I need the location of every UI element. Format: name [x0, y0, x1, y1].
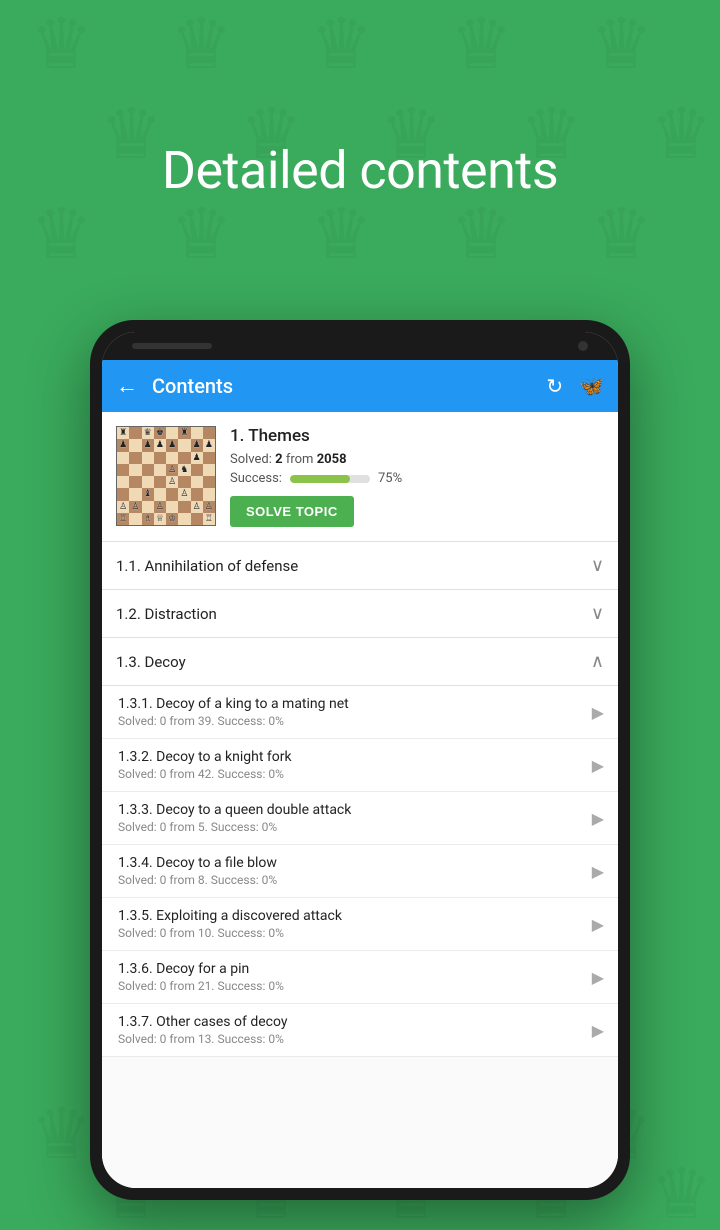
list-item[interactable]: 1.3.1. Decoy of a king to a mating net So…	[102, 686, 618, 739]
list-item[interactable]: 1.3.4. Decoy to a file blow Solved: 0 fro…	[102, 845, 618, 898]
sub-item-content: 1.3.3. Decoy to a queen double attack Sol…	[118, 802, 582, 834]
crown-watermark: ♛	[590, 10, 653, 80]
sub-item-title: 1.3.6. Decoy for a pin	[118, 961, 582, 977]
section-title: 1.3. Decoy	[116, 653, 186, 671]
crown-watermark: ♛	[310, 10, 373, 80]
camera-dot	[578, 341, 588, 351]
section-title: 1.2. Distraction	[116, 605, 217, 623]
sub-item-stats: Solved: 0 from 10. Success: 0%	[118, 926, 582, 940]
sub-item-content: 1.3.5. Exploiting a discovered attack Sol…	[118, 908, 582, 940]
sections-list: 1.1. Annihilation of defense∨1.2. Distra…	[102, 542, 618, 1188]
progress-bar	[290, 475, 370, 483]
play-arrow-icon: ▶	[592, 968, 604, 987]
sub-item-content: 1.3.7. Other cases of decoy Solved: 0 fro…	[118, 1014, 582, 1046]
section-header-1.2[interactable]: 1.2. Distraction ∨	[102, 590, 618, 638]
topic-card: ♜♛♚♜♟♟♟♟♟♟♟♙♞♙♝♙♙♙♙♙♙♖♗♕♔♖ 1. Themes Sol…	[102, 412, 618, 542]
crown-watermark: ♛	[170, 10, 233, 80]
chevron-icon: ∨	[591, 555, 604, 576]
play-arrow-icon: ▶	[592, 1021, 604, 1040]
sub-item-title: 1.3.2. Decoy to a knight fork	[118, 749, 582, 765]
sub-item-stats: Solved: 0 from 21. Success: 0%	[118, 979, 582, 993]
chevron-icon: ∨	[591, 603, 604, 624]
app-bar-title: Contents	[152, 374, 532, 398]
sub-item-title: 1.3.3. Decoy to a queen double attack	[118, 802, 582, 818]
crown-watermark: ♛	[30, 1100, 93, 1170]
sub-item-stats: Solved: 0 from 8. Success: 0%	[118, 873, 582, 887]
progress-bar-fill	[290, 475, 350, 483]
sub-item-content: 1.3.4. Decoy to a file blow Solved: 0 fro…	[118, 855, 582, 887]
list-item[interactable]: 1.3.6. Decoy for a pin Solved: 0 from 21.…	[102, 951, 618, 1004]
app-bar: ← Contents ↻ 🦋	[102, 360, 618, 412]
play-arrow-icon: ▶	[592, 862, 604, 881]
list-item[interactable]: 1.3.2. Decoy to a knight fork Solved: 0 f…	[102, 739, 618, 792]
sub-item-stats: Solved: 0 from 39. Success: 0%	[118, 714, 582, 728]
success-percent: 75%	[378, 471, 402, 486]
crown-watermark: ♛	[310, 200, 373, 270]
back-button[interactable]: ←	[116, 373, 138, 399]
crown-watermark: ♛	[450, 10, 513, 80]
sub-item-content: 1.3.6. Decoy for a pin Solved: 0 from 21.…	[118, 961, 582, 993]
app-bar-icons: ↻ 🦋	[546, 374, 604, 398]
section-title: 1.1. Annihilation of defense	[116, 557, 298, 575]
sub-item-content: 1.3.1. Decoy of a king to a mating net So…	[118, 696, 582, 728]
topic-info: 1. Themes Solved: 2 from 2058 Success:	[230, 426, 604, 527]
sub-item-content: 1.3.2. Decoy to a knight fork Solved: 0 f…	[118, 749, 582, 781]
solve-topic-button[interactable]: SOLVE TOPIC	[230, 496, 354, 527]
phone-frame: ← Contents ↻ 🦋 ♜♛♚♜♟♟♟♟♟♟♟♙♞♙♝♙♙♙♙♙♙♖♗♕♔…	[90, 320, 630, 1200]
chevron-icon: ∧	[591, 651, 604, 672]
topic-solved-count: Solved: 2 from 2058	[230, 452, 604, 467]
crown-watermark: ♛	[650, 1160, 713, 1230]
sub-item-stats: Solved: 0 from 5. Success: 0%	[118, 820, 582, 834]
sub-item-stats: Solved: 0 from 42. Success: 0%	[118, 767, 582, 781]
play-arrow-icon: ▶	[592, 703, 604, 722]
section-header-1.3[interactable]: 1.3. Decoy ∧	[102, 638, 618, 686]
success-row: Success: 75%	[230, 471, 604, 486]
topic-title: 1. Themes	[230, 426, 604, 446]
refresh-icon[interactable]: ↻	[546, 374, 563, 398]
sub-item-title: 1.3.1. Decoy of a king to a mating net	[118, 696, 582, 712]
sub-item-title: 1.3.4. Decoy to a file blow	[118, 855, 582, 871]
speaker-grille	[132, 343, 212, 349]
crown-watermark: ♛	[30, 200, 93, 270]
play-arrow-icon: ▶	[592, 915, 604, 934]
phone-top-bar	[102, 332, 618, 360]
play-arrow-icon: ▶	[592, 809, 604, 828]
sub-item-stats: Solved: 0 from 13. Success: 0%	[118, 1032, 582, 1046]
content-area: ♜♛♚♜♟♟♟♟♟♟♟♙♞♙♝♙♙♙♙♙♙♖♗♕♔♖ 1. Themes Sol…	[102, 412, 618, 1188]
play-arrow-icon: ▶	[592, 756, 604, 775]
crown-watermark: ♛	[30, 10, 93, 80]
crown-watermark: ♛	[170, 200, 233, 270]
crown-watermark: ♛	[590, 200, 653, 270]
phone-screen: ← Contents ↻ 🦋 ♜♛♚♜♟♟♟♟♟♟♟♙♞♙♝♙♙♙♙♙♙♖♗♕♔…	[102, 332, 618, 1188]
page-title: Detailed contents	[0, 140, 720, 201]
list-item[interactable]: 1.3.3. Decoy to a queen double attack Sol…	[102, 792, 618, 845]
list-item[interactable]: 1.3.5. Exploiting a discovered attack Sol…	[102, 898, 618, 951]
sub-item-title: 1.3.5. Exploiting a discovered attack	[118, 908, 582, 924]
sub-item-title: 1.3.7. Other cases of decoy	[118, 1014, 582, 1030]
butterfly-icon[interactable]: 🦋	[579, 374, 604, 398]
crown-watermark: ♛	[450, 200, 513, 270]
section-header-1.1[interactable]: 1.1. Annihilation of defense ∨	[102, 542, 618, 590]
list-item[interactable]: 1.3.7. Other cases of decoy Solved: 0 fro…	[102, 1004, 618, 1057]
chess-board-thumbnail: ♜♛♚♜♟♟♟♟♟♟♟♙♞♙♝♙♙♙♙♙♙♖♗♕♔♖	[116, 426, 216, 526]
